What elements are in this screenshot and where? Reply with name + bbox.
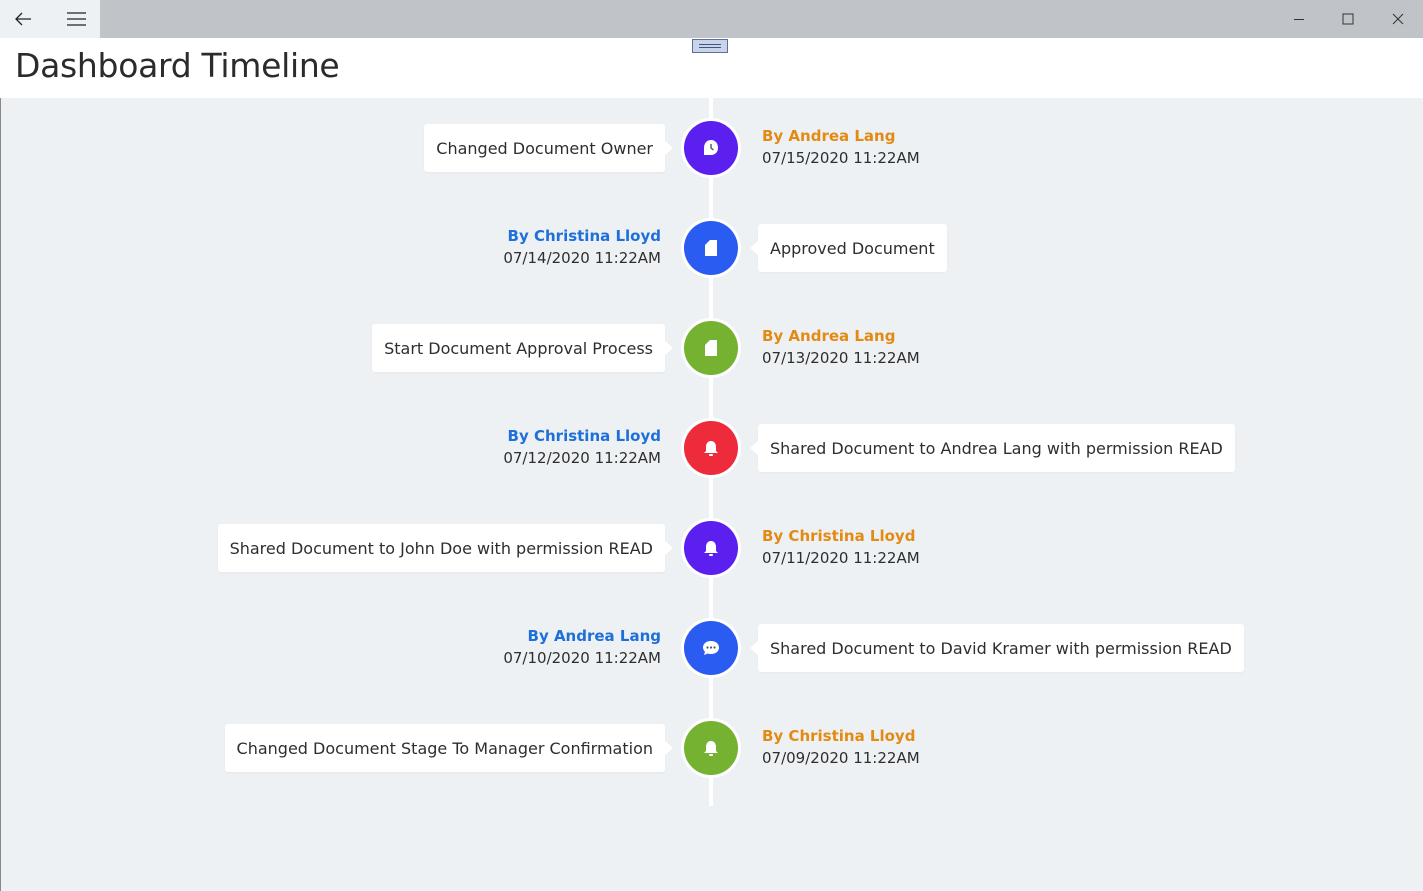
event-author: By Christina Lloyd — [762, 727, 916, 745]
timeline-dot — [684, 721, 738, 775]
timeline-event-card: Shared Document to Andrea Lang with perm… — [750, 424, 1235, 472]
event-timestamp: 07/10/2020 11:22AM — [503, 649, 661, 667]
event-author: By Christina Lloyd — [507, 227, 661, 245]
timeline-event-meta: By Andrea Lang 07/13/2020 11:22AM — [762, 325, 920, 369]
timeline-dot — [684, 521, 738, 575]
event-timestamp: 07/15/2020 11:22AM — [762, 149, 920, 167]
timeline-dot — [684, 621, 738, 675]
bell-icon — [701, 738, 721, 758]
event-author: By Christina Lloyd — [507, 427, 661, 445]
minimize-button[interactable] — [1276, 0, 1322, 38]
close-icon — [1392, 13, 1404, 25]
timeline-event-card: Changed Document Owner — [424, 124, 673, 172]
document-icon — [702, 338, 720, 358]
menu-button[interactable] — [53, 0, 99, 38]
event-timestamp: 07/13/2020 11:22AM — [762, 349, 920, 367]
drag-handle[interactable] — [692, 39, 728, 53]
chat-bubble-icon — [700, 638, 722, 658]
timeline-node — [681, 418, 741, 478]
event-timestamp: 07/09/2020 11:22AM — [762, 749, 920, 767]
minimize-icon — [1294, 19, 1304, 20]
timeline-node — [681, 718, 741, 778]
timeline-event-meta: By Christina Lloyd 07/12/2020 11:22AM — [503, 425, 661, 469]
event-author: By Andrea Lang — [762, 327, 896, 345]
timeline-node — [681, 618, 741, 678]
timeline-event-meta: By Andrea Lang 07/15/2020 11:22AM — [762, 125, 920, 169]
timeline-event-card: Start Document Approval Process — [372, 324, 673, 372]
event-timestamp: 07/11/2020 11:22AM — [762, 549, 920, 567]
maximize-icon — [1342, 13, 1354, 25]
timeline-event-meta: By Christina Lloyd 07/09/2020 11:22AM — [762, 725, 920, 769]
timeline-node — [681, 218, 741, 278]
timeline-event-card: Changed Document Stage To Manager Confir… — [224, 724, 674, 772]
timeline-node — [681, 318, 741, 378]
title-bar — [0, 0, 1423, 38]
timeline-dot — [684, 121, 738, 175]
window-border — [0, 38, 1, 891]
timeline-node — [681, 118, 741, 178]
event-author: By Andrea Lang — [762, 127, 896, 145]
timeline-dot — [684, 421, 738, 475]
maximize-button[interactable] — [1325, 0, 1371, 38]
timeline-dot — [684, 221, 738, 275]
event-author: By Christina Lloyd — [762, 527, 916, 545]
back-arrow-icon — [15, 12, 31, 26]
event-timestamp: 07/14/2020 11:22AM — [503, 249, 661, 267]
page-title: Dashboard Timeline — [15, 46, 340, 85]
timeline-event-card: Approved Document — [750, 224, 947, 272]
clock-icon — [701, 138, 721, 158]
event-author: By Andrea Lang — [527, 627, 661, 645]
timeline-node — [681, 518, 741, 578]
event-timestamp: 07/12/2020 11:22AM — [503, 449, 661, 467]
timeline-event-meta: By Christina Lloyd 07/11/2020 11:22AM — [762, 525, 920, 569]
timeline-event-meta: By Andrea Lang 07/10/2020 11:22AM — [503, 625, 661, 669]
close-button[interactable] — [1375, 0, 1421, 38]
document-icon — [702, 238, 720, 258]
timeline-dot — [684, 321, 738, 375]
timeline-event-card: Shared Document to David Kramer with per… — [750, 624, 1244, 672]
back-button[interactable] — [0, 0, 46, 38]
hamburger-icon — [66, 12, 86, 26]
bell-icon — [701, 538, 721, 558]
timeline-event-card: Shared Document to John Doe with permiss… — [217, 524, 674, 572]
timeline-event-meta: By Christina Lloyd 07/14/2020 11:22AM — [503, 225, 661, 269]
bell-icon — [701, 438, 721, 458]
